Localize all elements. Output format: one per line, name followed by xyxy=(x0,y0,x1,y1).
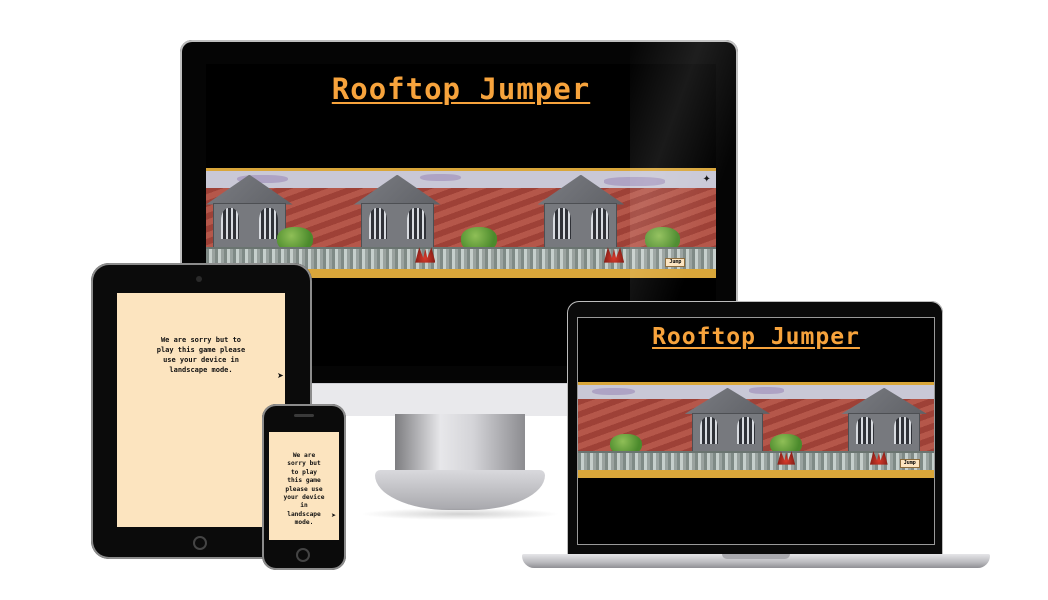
game-title: Rooftop Jumper xyxy=(331,72,591,106)
cloud xyxy=(592,387,635,396)
cursor-icon: ➤ xyxy=(277,371,284,380)
jump-button[interactable]: Jump xyxy=(899,459,920,469)
tablet-home-button xyxy=(193,536,207,550)
monitor-stand-neck xyxy=(395,414,525,474)
laptop-game-screen: Rooftop Jumper Jump xyxy=(577,317,935,545)
jump-button[interactable]: Jump xyxy=(665,258,686,267)
game-title: Rooftop Jumper xyxy=(652,324,860,350)
scene-border-top xyxy=(206,168,716,172)
monitor-shadow xyxy=(360,508,560,520)
phone-home-button xyxy=(296,548,310,562)
rooftop-floor xyxy=(578,470,934,478)
dormer-window xyxy=(684,387,771,453)
phone-screen: We are sorry but to play this game pleas… xyxy=(269,432,339,540)
dormer-window xyxy=(841,387,927,453)
dormer-window xyxy=(353,174,441,250)
rotate-device-message: We are sorry but to play this game pleas… xyxy=(283,452,325,527)
monitor-stand-base xyxy=(375,470,545,510)
game-scene: Jump ✦ xyxy=(206,168,716,278)
phone-speaker xyxy=(294,414,314,417)
rotate-device-message: We are sorry but to play this game pleas… xyxy=(156,336,246,374)
cursor-icon: ➤ xyxy=(331,512,337,519)
game-scene: Jump xyxy=(578,382,934,478)
tablet-screen: We are sorry but to play this game pleas… xyxy=(117,293,285,527)
tablet-camera xyxy=(196,276,202,282)
bird-icon: ✦ xyxy=(702,173,711,185)
dormer-window xyxy=(537,174,625,250)
scene-border-top xyxy=(578,382,934,385)
laptop-notch xyxy=(722,554,790,559)
